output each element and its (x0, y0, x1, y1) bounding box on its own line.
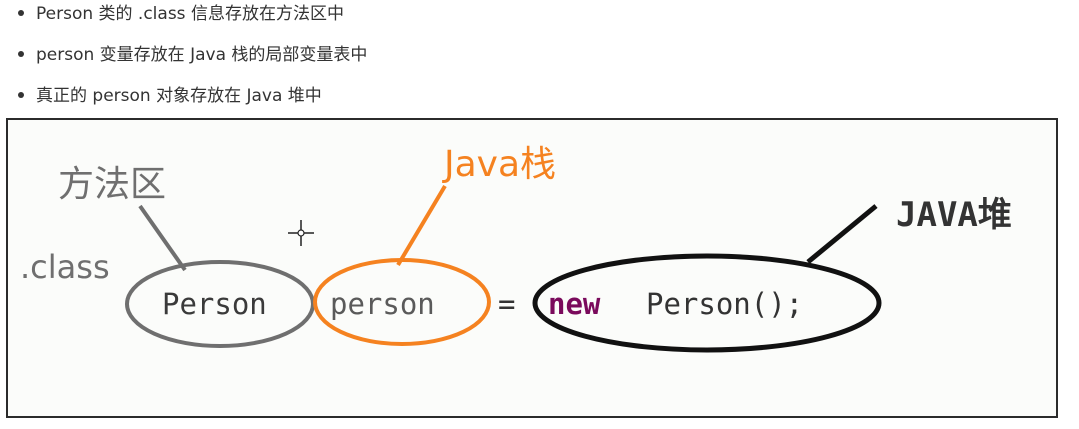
connector-java-heap (806, 204, 878, 264)
connector-method-area (138, 204, 187, 272)
label-java-stack: Java栈 (442, 144, 556, 185)
label-class: .class (20, 248, 110, 286)
crosshair-cursor-icon (288, 220, 314, 246)
memory-diagram-svg: 方法区 .class Person Java栈 person = JAVA堆 n… (20, 144, 1012, 353)
label-java-heap: JAVA堆 (896, 195, 1012, 235)
label-method-area: 方法区 (58, 164, 166, 205)
connector-java-stack (396, 184, 447, 267)
code-type: Person (162, 287, 267, 321)
code-new-keyword: new (548, 287, 601, 321)
code-constructor: Person(); (646, 287, 803, 321)
code-var: person (330, 287, 435, 321)
code-assign: = (498, 287, 515, 321)
